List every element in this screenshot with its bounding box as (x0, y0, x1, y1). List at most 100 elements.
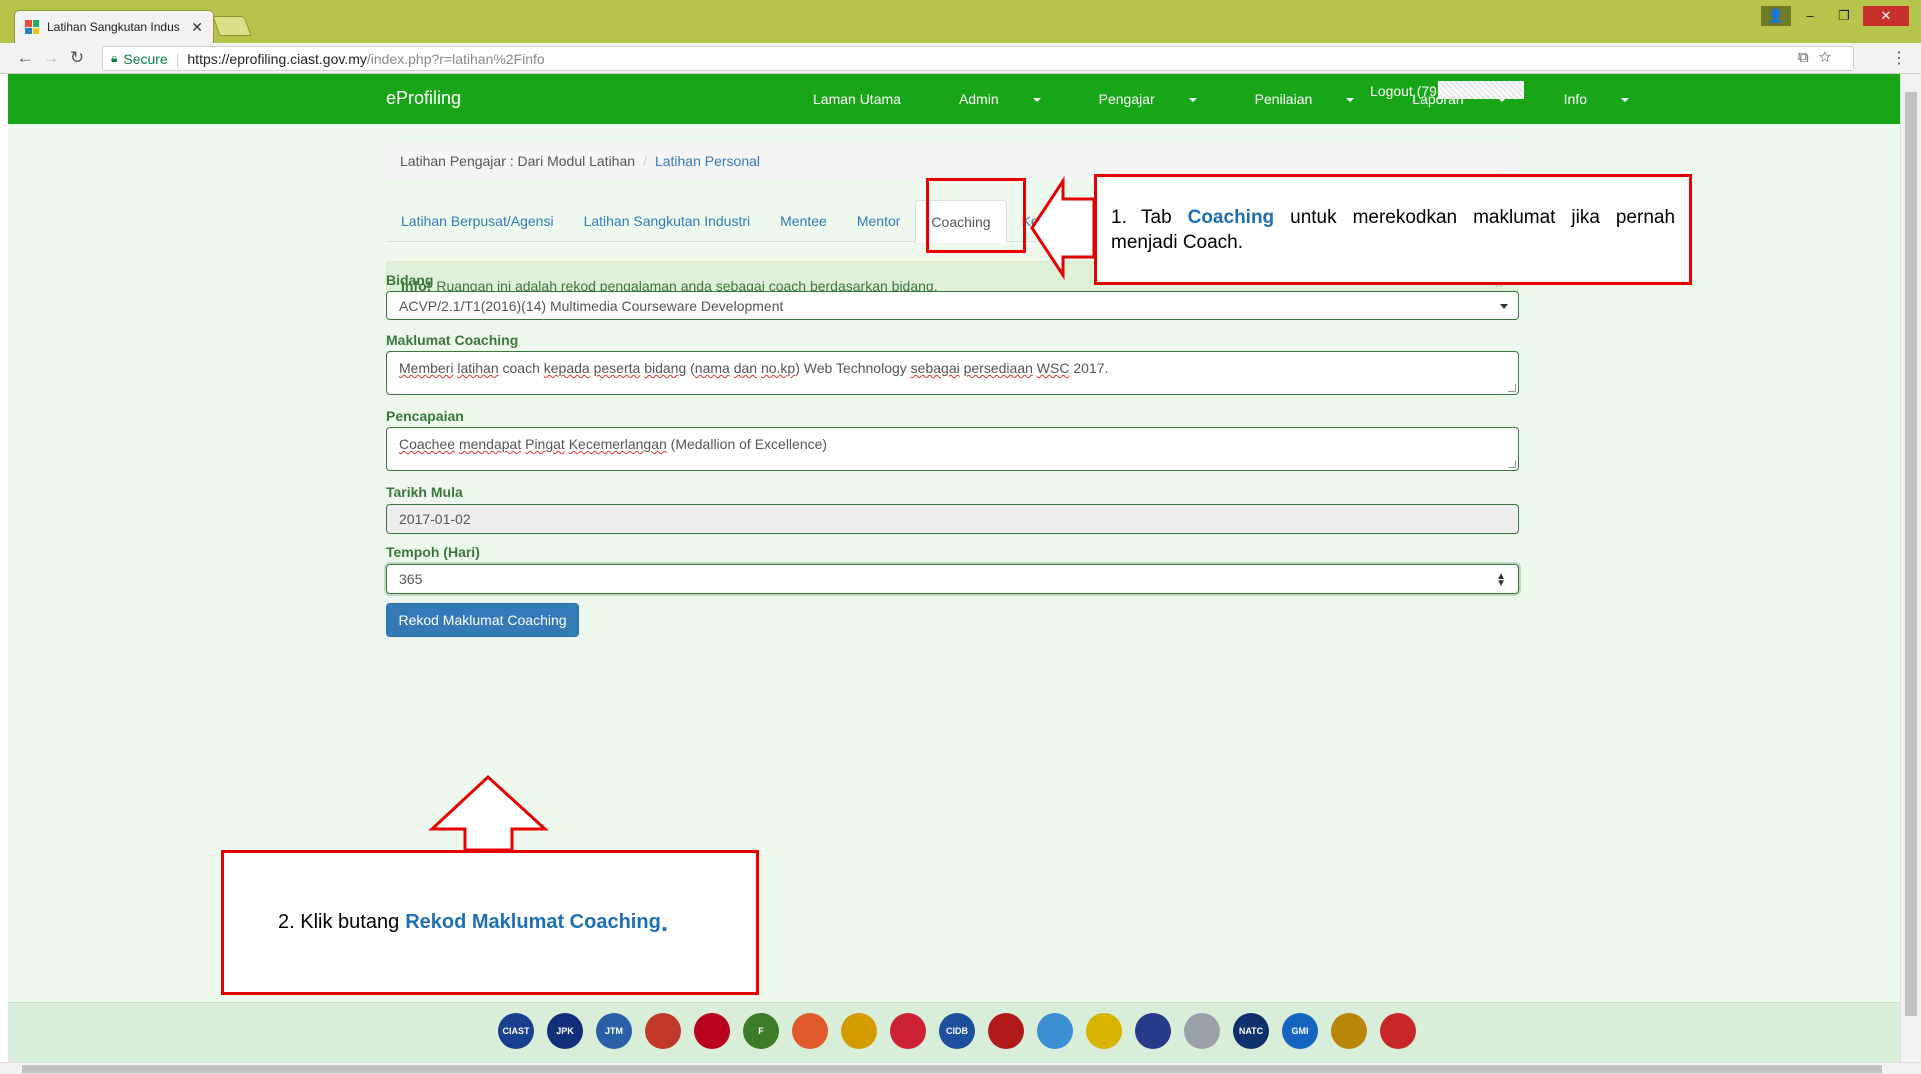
nav-item-label: Info (1563, 91, 1588, 107)
logout-link[interactable]: Logout (79 (1370, 83, 1437, 99)
omnibox-actions: ⧉☆ (1798, 49, 1841, 66)
text-fragment: WSC (1036, 360, 1070, 376)
breadcrumb-link[interactable]: Latihan Personal (655, 153, 760, 169)
tab-latihan-berpusat-agensi[interactable]: Latihan Berpusat/Agensi (386, 200, 569, 241)
nav-item-laman-utama[interactable]: Laman Utama (813, 91, 930, 107)
natc-logo: NATC (1233, 1013, 1269, 1049)
window-controls: 👤 – ❐ ✕ (1761, 6, 1909, 26)
redacted-username (1438, 81, 1524, 99)
nav-item-info[interactable]: Info (1564, 91, 1658, 107)
top-navbar: eProfiling Laman Utama Admin Pengajar Penil… (8, 74, 1900, 124)
tarikh-input[interactable]: 2017-01-02 (386, 504, 1519, 534)
address-bar: ← → ↻ 🔒︎ Secure | https://eprofiling.cia… (0, 43, 1921, 74)
restore-icon[interactable]: ❐ (1829, 6, 1859, 26)
resize-handle-icon[interactable] (1508, 460, 1516, 468)
browser-tab[interactable]: Latihan Sangkutan Indus ✕ (14, 10, 214, 43)
flag-logo (890, 1013, 926, 1049)
tempoh-input[interactable]: 365 ▲ ▼ (386, 564, 1519, 594)
caret-down-icon (1621, 98, 1630, 103)
tarikh-value: 2017-01-02 (399, 511, 471, 527)
mara-logo (694, 1013, 730, 1049)
tab-mentee[interactable]: Mentee (765, 200, 842, 241)
breadcrumb-separator: / (643, 153, 647, 169)
pencapaian-value: Coachee mendapat Pingat Kecemerlangan (M… (399, 436, 827, 452)
tab-title: Latihan Sangkutan Indus (47, 20, 180, 34)
pencapaian-label: Pencapaian (386, 408, 464, 424)
url-host: https://eprofiling.ciast.gov.my (187, 50, 367, 67)
text-fragment: Coachee (399, 436, 456, 452)
screenshot: Latihan Sangkutan Indus ✕ 👤 – ❐ ✕ ← → ↻ … (0, 0, 1921, 1074)
text-fragment: (Medallion of Excellence) (666, 436, 828, 452)
new-tab-button[interactable] (212, 16, 252, 36)
vertical-scrollbar[interactable] (1900, 74, 1921, 1062)
horizontal-scrollbar[interactable] (0, 1062, 1921, 1074)
nav-item-pengajar[interactable]: Pengajar (1099, 91, 1226, 107)
star-icon[interactable]: ☆ (1819, 49, 1841, 66)
star-logo (1086, 1013, 1122, 1049)
text-fragment: ) Web Technology (795, 360, 911, 376)
translate-icon[interactable]: ⧉ (1798, 49, 1819, 66)
jtm-logo: JTM (596, 1013, 632, 1049)
minimize-icon[interactable]: – (1795, 6, 1825, 26)
colorful-logo (1037, 1013, 1073, 1049)
nav-item-label: Admin (958, 91, 999, 107)
coaching-tab-highlight (926, 178, 1026, 253)
caret-down-icon (1346, 98, 1355, 103)
f-logo: F (743, 1013, 779, 1049)
tab-mentor[interactable]: Mentor (842, 200, 916, 241)
gmi-logo: GMI (1282, 1013, 1318, 1049)
nav-menu: Laman Utama Admin Pengajar Penilaian Laporan… (813, 91, 1687, 107)
text-fragment: bidang (644, 360, 687, 376)
text-fragment: no.kp (760, 360, 796, 376)
text-fragment: nama (694, 360, 730, 376)
menu-icon[interactable]: ⋮ (1891, 48, 1907, 68)
tempoh-value: 365 (399, 571, 423, 587)
maklumat-textarea[interactable]: Memberi latihan coach kepada peserta bid… (386, 351, 1519, 395)
maklumat-value: Memberi latihan coach kepada peserta bid… (399, 360, 1108, 376)
text-fragment: mendapat (458, 436, 522, 452)
url-input[interactable]: 🔒︎ Secure | https://eprofiling.ciast.gov… (102, 46, 1854, 71)
ann1-highlight: Coaching (1187, 207, 1275, 228)
text-fragment: ( (686, 360, 695, 376)
tab-latihan-sangkutan-industri[interactable]: Latihan Sangkutan Industri (569, 200, 766, 241)
grey-crest-logo (1184, 1013, 1220, 1049)
rekod-coaching-button[interactable]: Rekod Maklumat Coaching (386, 603, 579, 637)
forward-icon[interactable]: → (38, 48, 64, 68)
url-path: /index.php?r=latihan%2Finfo (366, 50, 545, 67)
bidang-select[interactable]: ACVP/2.1/T1(2016)(14) Multimedia Coursew… (386, 291, 1519, 320)
text-fragment: sebagai (910, 360, 960, 376)
nav-item-label: Penilaian (1254, 91, 1313, 107)
annotation-coaching-tab: 1. Tab Coaching untuk merekodkan maklumat… (1094, 174, 1692, 285)
spinner-icon[interactable]: ▲ ▼ (1496, 572, 1506, 589)
text-fragment: peserta (593, 360, 641, 376)
partner-logos: CIAST JPK JTM F CIDB NATC GMI (498, 1013, 1416, 1049)
red-gear-logo (1380, 1013, 1416, 1049)
user-icon[interactable]: 👤 (1761, 6, 1791, 26)
seal-logo (645, 1013, 681, 1049)
nav-item-admin[interactable]: Admin (959, 91, 1070, 107)
cidb-logo: CIDB (939, 1013, 975, 1049)
footer: CIAST JPK JTM F CIDB NATC GMI (8, 1002, 1900, 1062)
lock-icon: 🔒︎ (111, 51, 118, 65)
text-fragment: Memberi (399, 360, 454, 376)
favicon-icon (25, 20, 39, 34)
back-icon[interactable]: ← (12, 48, 38, 68)
ann2-highlight: Rekod Maklumat Coaching (405, 911, 661, 933)
resize-handle-icon[interactable] (1508, 384, 1516, 392)
brand-link[interactable]: eProfiling (386, 88, 461, 109)
browser-titlebar: Latihan Sangkutan Indus ✕ 👤 – ❐ ✕ (0, 0, 1921, 43)
scroll-thumb[interactable] (1905, 92, 1917, 1016)
close-window-icon[interactable]: ✕ (1863, 6, 1909, 26)
ship-logo (792, 1013, 828, 1049)
reload-icon[interactable]: ↻ (64, 48, 90, 68)
caret-down-icon (1188, 98, 1197, 103)
nav-item-penilaian[interactable]: Penilaian (1255, 91, 1384, 107)
close-tab-icon[interactable]: ✕ (191, 19, 203, 36)
chevron-down-icon (1500, 304, 1508, 309)
tempoh-label: Tempoh (Hari) (386, 544, 480, 560)
nav-item-label: Pengajar (1098, 91, 1155, 107)
pencapaian-textarea[interactable]: Coachee mendapat Pingat Kecemerlangan (M… (386, 427, 1519, 471)
scroll-thumb[interactable] (22, 1065, 1882, 1073)
text-fragment: persediaan (963, 360, 1033, 376)
annotation-submit-button: 2. Klik butang Rekod Maklumat Coaching . (221, 850, 759, 995)
